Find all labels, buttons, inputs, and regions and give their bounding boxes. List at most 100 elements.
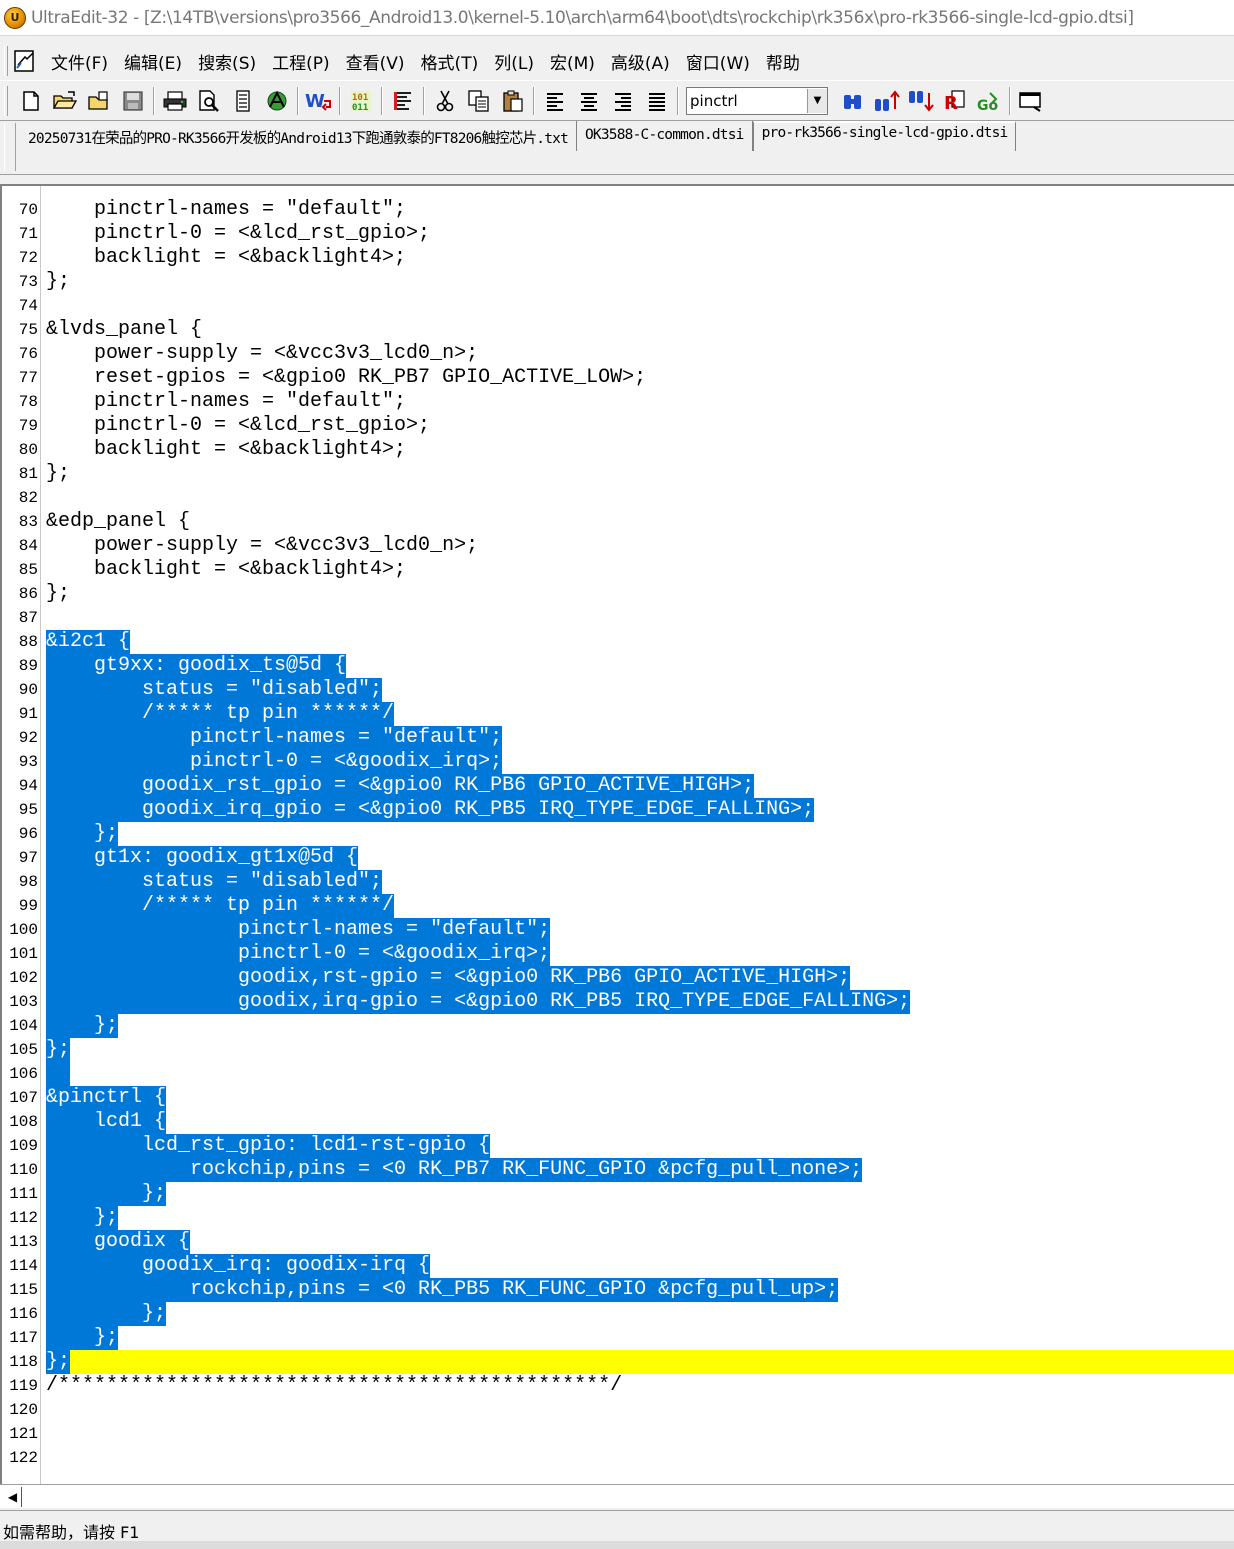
column-mode-icon[interactable] bbox=[386, 85, 420, 117]
hex-mode-icon[interactable]: 101 011 bbox=[344, 85, 378, 117]
code-text[interactable]: &edp_panel { bbox=[46, 510, 190, 534]
selected-code-text[interactable]: }; bbox=[46, 1302, 167, 1326]
code-line[interactable]: 98 status = "disabled"; bbox=[2, 870, 1234, 894]
selected-code-text[interactable]: goodix,rst-gpio = <&gpio0 RK_PB6 GPIO_AC… bbox=[46, 966, 851, 990]
code-text[interactable]: }; bbox=[46, 462, 70, 486]
align-right-icon[interactable] bbox=[606, 85, 640, 117]
open-recent-icon[interactable] bbox=[82, 85, 116, 117]
tab-file[interactable]: 20250731在荣品的PRO-RK3566开发板的Android13下跑通敦泰… bbox=[20, 121, 577, 151]
code-line[interactable]: 78 pinctrl-names = "default"; bbox=[2, 390, 1234, 414]
selected-code-text[interactable]: status = "disabled"; bbox=[46, 870, 383, 894]
code-text[interactable]: pinctrl-names = "default"; bbox=[46, 390, 406, 414]
paste-icon[interactable] bbox=[496, 85, 530, 117]
chevron-down-icon[interactable]: ▼ bbox=[807, 88, 827, 113]
selected-code-text[interactable]: }; bbox=[46, 1038, 71, 1062]
document-icon[interactable] bbox=[13, 49, 37, 73]
code-line[interactable]: 113 goodix { bbox=[2, 1230, 1234, 1254]
window-icon[interactable] bbox=[1014, 85, 1048, 117]
code-line[interactable]: 90 status = "disabled"; bbox=[2, 678, 1234, 702]
code-text[interactable]: }; bbox=[46, 582, 70, 606]
file-list-icon[interactable] bbox=[226, 85, 260, 117]
selected-code-text[interactable]: }; bbox=[46, 1182, 167, 1206]
code-line[interactable]: 95 goodix_irq_gpio = <&gpio0 RK_PB5 IRQ_… bbox=[2, 798, 1234, 822]
print-icon[interactable] bbox=[158, 85, 192, 117]
code-line[interactable]: 84 power-supply = <&vcc3v3_lcd0_n>; bbox=[2, 534, 1234, 558]
code-line[interactable]: 91 /***** tp pin ******/ bbox=[2, 702, 1234, 726]
code-line[interactable]: 101 pinctrl-0 = <&goodix_irq>; bbox=[2, 942, 1234, 966]
copy-icon[interactable] bbox=[462, 85, 496, 117]
horizontal-scrollbar[interactable]: ◀ bbox=[0, 1484, 1234, 1508]
selected-code-text[interactable]: pinctrl-names = "default"; bbox=[46, 918, 551, 942]
menubar-grip[interactable] bbox=[4, 46, 8, 76]
selected-code-text[interactable]: }; bbox=[46, 1206, 119, 1230]
print-preview-icon[interactable] bbox=[192, 85, 226, 117]
save-icon[interactable] bbox=[116, 85, 150, 117]
selected-code-text[interactable]: &i2c1 { bbox=[46, 630, 131, 654]
code-text[interactable]: backlight = <&backlight4>; bbox=[46, 246, 406, 270]
code-text[interactable]: pinctrl-0 = <&lcd_rst_gpio>; bbox=[46, 414, 430, 438]
code-line[interactable]: 71 pinctrl-0 = <&lcd_rst_gpio>; bbox=[2, 222, 1234, 246]
selected-code-text[interactable]: goodix { bbox=[46, 1230, 191, 1254]
code-line[interactable]: 86}; bbox=[2, 582, 1234, 606]
selected-code-text[interactable]: }; bbox=[46, 1326, 119, 1350]
selected-code-text[interactable]: /***** tp pin ******/ bbox=[46, 702, 395, 726]
code-line[interactable]: 79 pinctrl-0 = <&lcd_rst_gpio>; bbox=[2, 414, 1234, 438]
code-line[interactable]: 83 &edp_panel { bbox=[2, 510, 1234, 534]
selected-code-text[interactable]: goodix_irq_gpio = <&gpio0 RK_PB5 IRQ_TYP… bbox=[46, 798, 815, 822]
code-line[interactable]: 104 }; bbox=[2, 1014, 1234, 1038]
goto-icon[interactable]: Go bbox=[972, 85, 1006, 117]
code-line[interactable]: 97 gt1x: goodix_gt1x@5d { bbox=[2, 846, 1234, 870]
code-text[interactable]: reset-gpios = <&gpio0 RK_PB7 GPIO_ACTIVE… bbox=[46, 366, 646, 390]
menu-item[interactable]: 格式(T) bbox=[413, 45, 487, 78]
code-line[interactable]: 112 }; bbox=[2, 1206, 1234, 1230]
code-line[interactable]: 121 bbox=[2, 1422, 1234, 1446]
selected-code-text[interactable]: rockchip,pins = <0 RK_PB5 RK_FUNC_GPIO &… bbox=[46, 1278, 839, 1302]
selected-code-text[interactable]: }; bbox=[46, 1014, 119, 1038]
cut-icon[interactable] bbox=[428, 85, 462, 117]
code-line[interactable]: 82 bbox=[2, 486, 1234, 510]
selected-code-text[interactable]: pinctrl-0 = <&goodix_irq>; bbox=[46, 750, 503, 774]
code-text[interactable]: backlight = <&backlight4>; bbox=[46, 438, 406, 462]
code-line[interactable]: 106 bbox=[2, 1062, 1234, 1086]
selected-code-text[interactable]: goodix_rst_gpio = <&gpio0 RK_PB6 GPIO_AC… bbox=[46, 774, 755, 798]
scroll-left-icon[interactable]: ◀ bbox=[4, 1487, 22, 1507]
menu-item[interactable]: 文件(F) bbox=[43, 45, 116, 78]
menu-item[interactable]: 窗口(W) bbox=[678, 45, 758, 78]
code-line[interactable]: 81}; bbox=[2, 462, 1234, 486]
code-text[interactable]: /***************************************… bbox=[46, 1374, 622, 1398]
tab-file[interactable]: OK3588-C-common.dtsi bbox=[577, 121, 753, 151]
code-line[interactable]: 122 bbox=[2, 1446, 1234, 1470]
code-line[interactable]: 74 bbox=[2, 294, 1234, 318]
selected-code-text[interactable]: gt1x: goodix_gt1x@5d { bbox=[46, 846, 359, 870]
code-line[interactable]: 117 }; bbox=[2, 1326, 1234, 1350]
new-file-icon[interactable] bbox=[14, 85, 48, 117]
ftp-icon[interactable] bbox=[260, 85, 294, 117]
menu-item[interactable]: 工程(P) bbox=[264, 45, 338, 78]
search-combo[interactable]: ▼ bbox=[686, 86, 828, 115]
justify-icon[interactable] bbox=[640, 85, 674, 117]
code-line[interactable]: 72 backlight = <&backlight4>; bbox=[2, 246, 1234, 270]
selected-code-text[interactable]: lcd_rst_gpio: lcd1-rst-gpio { bbox=[46, 1134, 491, 1158]
code-line[interactable]: 96 }; bbox=[2, 822, 1234, 846]
align-left-icon[interactable] bbox=[538, 85, 572, 117]
code-line[interactable]: 109 lcd_rst_gpio: lcd1-rst-gpio { bbox=[2, 1134, 1234, 1158]
code-text[interactable]: pinctrl-0 = <&lcd_rst_gpio>; bbox=[46, 222, 430, 246]
find-prev-icon[interactable] bbox=[904, 85, 938, 117]
selected-code-text[interactable]: &pinctrl { bbox=[46, 1086, 167, 1110]
selected-code-text[interactable]: status = "disabled"; bbox=[46, 678, 383, 702]
search-input[interactable] bbox=[687, 91, 807, 110]
code-line[interactable]: 99 /***** tp pin ******/ bbox=[2, 894, 1234, 918]
toolbar-grip[interactable] bbox=[4, 85, 8, 116]
code-editor[interactable]: 70 pinctrl-names = "default"; 71 pinctrl-… bbox=[0, 184, 1234, 1484]
code-line[interactable]: 107 &pinctrl { bbox=[2, 1086, 1234, 1110]
code-line[interactable]: 92 pinctrl-names = "default"; bbox=[2, 726, 1234, 750]
menu-item[interactable]: 搜索(S) bbox=[190, 45, 264, 78]
selected-code-text[interactable] bbox=[46, 1062, 70, 1086]
code-line[interactable]: 100 pinctrl-names = "default"; bbox=[2, 918, 1234, 942]
selected-code-text[interactable]: goodix_irq: goodix-irq { bbox=[46, 1254, 431, 1278]
selected-code-text[interactable]: rockchip,pins = <0 RK_PB7 RK_FUNC_GPIO &… bbox=[46, 1158, 863, 1182]
code-line[interactable]: 118}; bbox=[2, 1350, 1234, 1374]
code-line[interactable]: 114 goodix_irq: goodix-irq { bbox=[2, 1254, 1234, 1278]
code-text[interactable]: power-supply = <&vcc3v3_lcd0_n>; bbox=[46, 342, 478, 366]
code-line[interactable]: 116 }; bbox=[2, 1302, 1234, 1326]
